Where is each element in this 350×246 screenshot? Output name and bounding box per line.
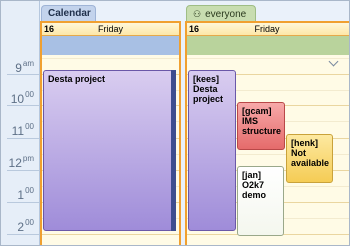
tab-label: everyone — [205, 9, 247, 20]
appointment-title: Desta project — [48, 74, 106, 84]
calendar-pane-calendar: Calendar 16 Friday Desta project — [40, 1, 181, 245]
time-divider — [7, 105, 39, 106]
appointment-title: [gcam] IMS structure — [242, 106, 282, 136]
time-divider — [7, 138, 39, 139]
appointment-desta-project[interactable]: Desta project — [43, 70, 173, 231]
column-edge — [185, 21, 187, 245]
appointment-title: [kees] Desta project — [193, 74, 224, 104]
tab-calendar[interactable]: Calendar — [41, 5, 96, 21]
calendar-pane-everyone: ⚇ everyone 16 Friday [kees] Desta project — [185, 1, 349, 245]
time-divider — [7, 170, 39, 171]
time-ruler: 9am 1000 1100 12pm 100 200 — [1, 1, 40, 245]
calendar-window: 9am 1000 1100 12pm 100 200 Calendar 16 F… — [0, 0, 350, 246]
appointment-henk-not-available[interactable]: [henk] Not available — [286, 134, 333, 183]
column-edge — [179, 21, 181, 245]
time-divider — [7, 74, 39, 75]
tab-everyone[interactable]: ⚇ everyone — [186, 5, 256, 21]
all-day-area[interactable] — [40, 36, 181, 55]
busy-status-bar — [171, 70, 176, 231]
day-header[interactable]: 16 Friday — [185, 21, 349, 36]
appointment-title: [henk] Not available — [291, 138, 330, 168]
day-name: Friday — [97, 24, 123, 34]
group-icon: ⚇ — [193, 9, 202, 19]
appointment-jan-o2k7-demo[interactable]: [jan] O2k7 demo — [237, 166, 284, 236]
appointment-title: [jan] O2k7 demo — [242, 170, 267, 200]
time-divider — [7, 202, 39, 203]
day-header[interactable]: 16 Friday — [40, 21, 181, 36]
all-day-area[interactable] — [185, 36, 349, 55]
appointment-gcam-ims-structure[interactable]: [gcam] IMS structure — [237, 102, 285, 150]
time-divider — [7, 234, 39, 235]
appointment-kees-desta-project[interactable]: [kees] Desta project — [188, 70, 236, 231]
day-name: Friday — [254, 24, 280, 34]
column-edge — [40, 21, 42, 245]
